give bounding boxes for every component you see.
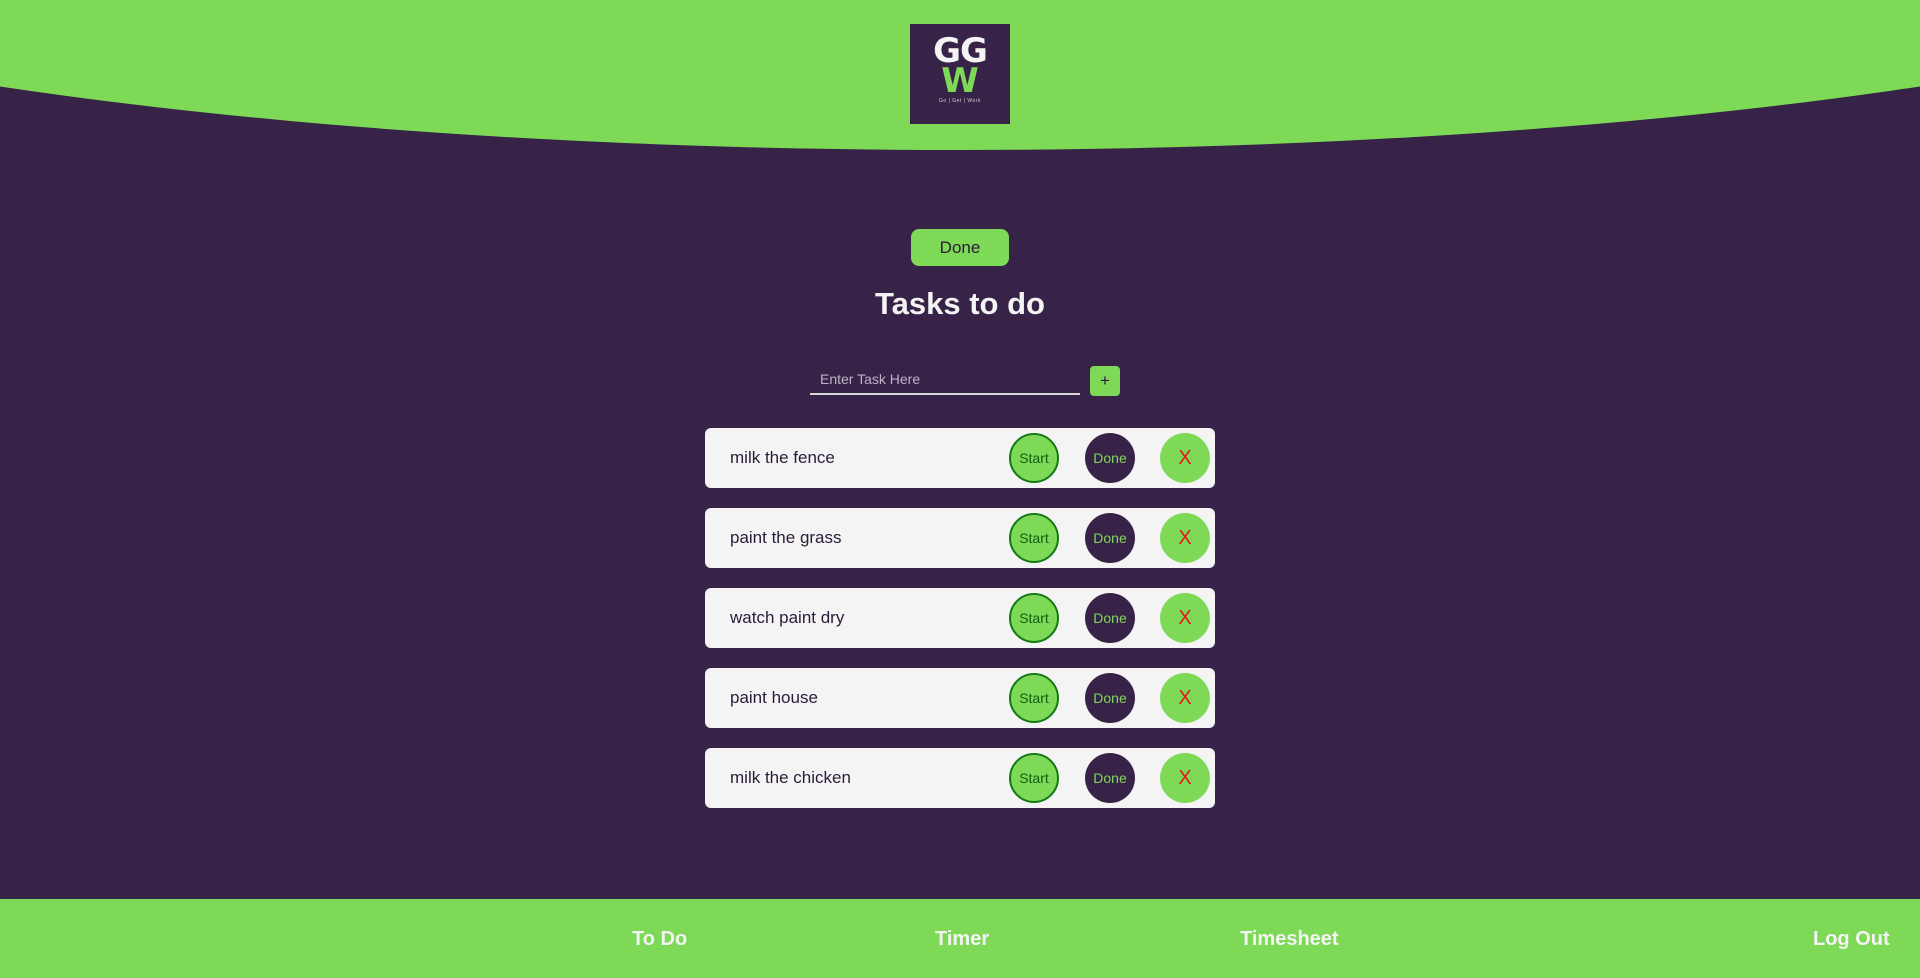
logo-text-w: W	[941, 61, 979, 101]
start-task-button[interactable]: Start	[1009, 753, 1059, 803]
task-item: paint house Start Done X	[705, 668, 1215, 728]
done-task-button[interactable]: Done	[1085, 513, 1135, 563]
page: GG W Go | Get | Work Done Tasks to do + …	[0, 0, 1920, 978]
delete-task-button[interactable]: X	[1160, 753, 1210, 803]
start-task-button[interactable]: Start	[1009, 593, 1059, 643]
task-item: paint the grass Start Done X	[705, 508, 1215, 568]
task-label: paint the grass	[730, 528, 842, 547]
footer-nav: To Do Timer Timesheet Log Out	[0, 899, 1920, 978]
logo-tagline: Go | Get | Work	[939, 98, 981, 104]
task-label: milk the fence	[730, 448, 835, 467]
done-task-button[interactable]: Done	[1085, 753, 1135, 803]
task-item: watch paint dry Start Done X	[705, 588, 1215, 648]
task-label: watch paint dry	[730, 608, 845, 627]
task-list: milk the fence Start Done X paint the gr…	[705, 428, 1215, 828]
start-task-button[interactable]: Start	[1009, 433, 1059, 483]
nav-timer-link[interactable]: Timer	[935, 899, 989, 978]
delete-task-button[interactable]: X	[1160, 593, 1210, 643]
task-label: paint house	[730, 688, 818, 707]
start-task-button[interactable]: Start	[1009, 513, 1059, 563]
done-task-button[interactable]: Done	[1085, 433, 1135, 483]
delete-task-button[interactable]: X	[1160, 673, 1210, 723]
page-title: Tasks to do	[875, 286, 1045, 321]
delete-task-button[interactable]: X	[1160, 513, 1210, 563]
nav-todo-link[interactable]: To Do	[632, 899, 687, 978]
done-task-button[interactable]: Done	[1085, 673, 1135, 723]
task-item: milk the chicken Start Done X	[705, 748, 1215, 808]
nav-timesheet-link[interactable]: Timesheet	[1240, 899, 1339, 978]
start-task-button[interactable]: Start	[1009, 673, 1059, 723]
app-logo: GG W Go | Get | Work	[910, 24, 1010, 124]
task-item: milk the fence Start Done X	[705, 428, 1215, 488]
nav-logout-link[interactable]: Log Out	[1813, 899, 1890, 978]
task-input[interactable]	[810, 365, 1080, 395]
done-toggle-button[interactable]: Done	[911, 229, 1009, 266]
done-task-button[interactable]: Done	[1085, 593, 1135, 643]
delete-task-button[interactable]: X	[1160, 433, 1210, 483]
task-label: milk the chicken	[730, 768, 851, 787]
add-task-button[interactable]: +	[1090, 366, 1120, 396]
